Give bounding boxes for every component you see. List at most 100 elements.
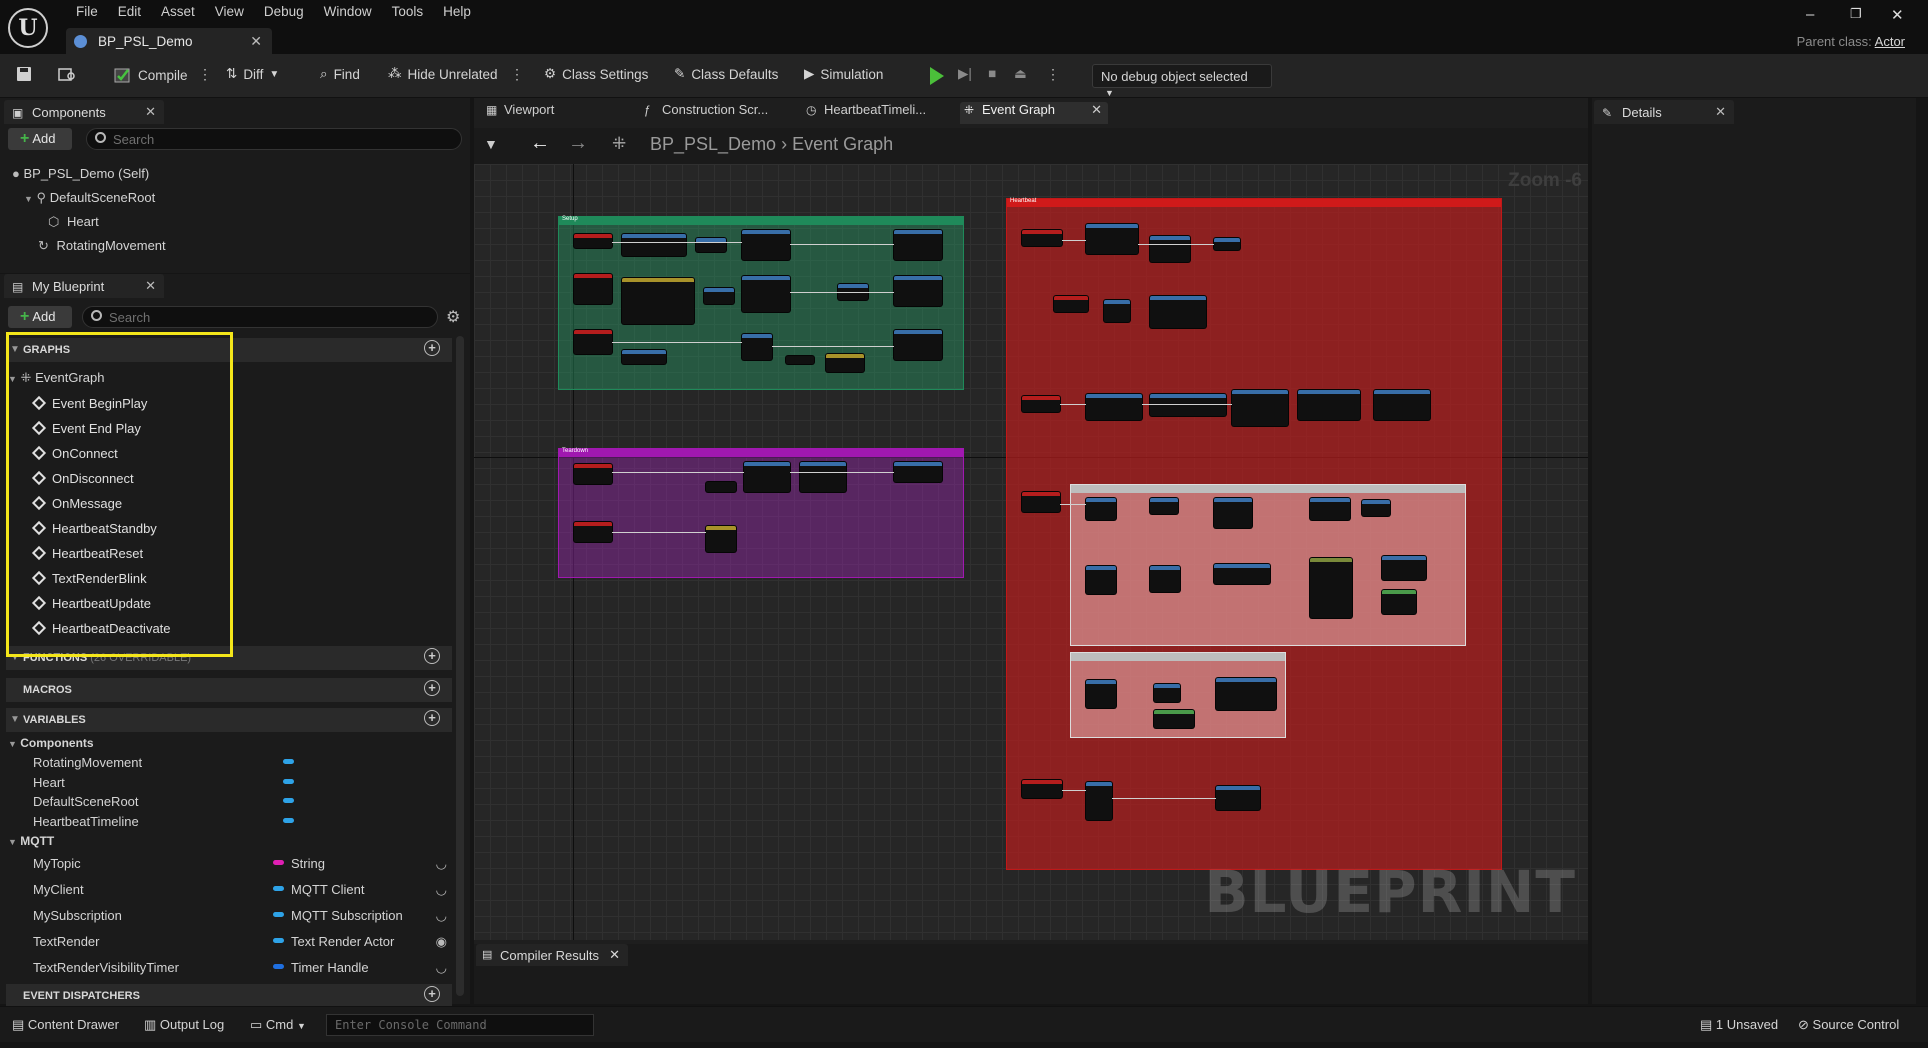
event-node[interactable] — [1022, 780, 1062, 798]
tab-viewport[interactable]: ▦ Viewport — [482, 102, 602, 124]
my-blueprint-tab[interactable]: ▤ My Blueprint ✕ — [4, 274, 164, 298]
function-node[interactable] — [826, 354, 864, 372]
variable-node[interactable] — [786, 356, 814, 364]
close-icon[interactable]: ✕ — [145, 104, 156, 120]
function-node[interactable] — [894, 230, 942, 260]
stop-icon[interactable]: ■ — [988, 66, 996, 81]
event-item[interactable]: OnMessage — [31, 495, 122, 511]
visibility-open-icon[interactable]: ◉ — [436, 934, 447, 950]
breadcrumb-root[interactable]: BP_PSL_Demo — [650, 134, 776, 154]
unreal-logo-icon[interactable]: U — [8, 8, 48, 48]
function-node[interactable] — [1382, 590, 1416, 614]
close-icon[interactable]: ✕ — [145, 278, 156, 294]
collapse-icon[interactable]: ▼ — [8, 374, 17, 384]
function-node[interactable] — [1086, 566, 1116, 594]
function-node[interactable] — [622, 234, 686, 256]
close-icon[interactable]: ✕ — [1715, 104, 1726, 120]
menu-file[interactable]: File — [66, 4, 108, 20]
event-item[interactable]: OnConnect — [31, 445, 118, 461]
add-function-icon[interactable]: + — [424, 648, 440, 664]
function-node[interactable] — [622, 278, 694, 324]
menu-edit[interactable]: Edit — [108, 4, 151, 20]
function-node[interactable] — [894, 276, 942, 306]
play-options-icon[interactable]: ⋮ — [1046, 66, 1060, 84]
components-search-input[interactable]: Search — [86, 128, 462, 150]
graph-canvas[interactable]: Zoom -6 Setup Teardown Heartbeat BLUEPRI… — [474, 164, 1588, 940]
event-node[interactable] — [1022, 492, 1060, 512]
function-node[interactable] — [1216, 678, 1276, 710]
function-node[interactable] — [742, 230, 790, 260]
close-window-icon[interactable]: ✕ — [1891, 6, 1904, 24]
variable-type[interactable]: MQTT Client — [291, 882, 364, 897]
compiler-results-tab[interactable]: ▤ Compiler Results ✕ — [476, 944, 628, 966]
compile-button[interactable]: Compile — [114, 66, 188, 84]
component-heart[interactable]: ⬡ Heart — [48, 214, 99, 230]
event-item[interactable]: TextRenderBlink — [31, 570, 147, 586]
event-node[interactable] — [574, 274, 612, 304]
function-node[interactable] — [1150, 394, 1226, 416]
find-button[interactable]: ⌕ Find — [320, 66, 360, 82]
event-item[interactable]: OnDisconnect — [31, 470, 134, 486]
event-item[interactable]: Event End Play — [31, 420, 141, 436]
function-node[interactable] — [1216, 786, 1260, 810]
function-node[interactable] — [894, 462, 942, 482]
function-node[interactable] — [800, 462, 846, 492]
components-tab[interactable]: ▣ Components ✕ — [4, 100, 164, 124]
step-icon[interactable]: ▶| — [958, 66, 972, 82]
menu-debug[interactable]: Debug — [254, 4, 314, 20]
function-node[interactable] — [1086, 680, 1116, 708]
add-graph-icon[interactable]: + — [424, 340, 440, 356]
bookmark-icon[interactable]: ▼ — [484, 136, 498, 152]
event-node[interactable] — [1022, 230, 1062, 246]
function-node[interactable] — [1086, 394, 1142, 420]
content-drawer-button[interactable]: ▤ Content Drawer — [12, 1017, 119, 1033]
my-blueprint-scrollbar[interactable] — [456, 336, 464, 996]
save-icon[interactable] — [16, 66, 32, 82]
function-node[interactable] — [1086, 224, 1138, 254]
function-node[interactable] — [706, 526, 736, 552]
console-command-input[interactable]: Enter Console Command — [326, 1014, 594, 1036]
close-icon[interactable]: ✕ — [1091, 102, 1102, 118]
menu-tools[interactable]: Tools — [382, 4, 434, 20]
function-node[interactable] — [1310, 498, 1350, 520]
minimize-icon[interactable]: – — [1806, 6, 1814, 23]
variable-row[interactable]: RotatingMovement — [33, 755, 453, 770]
function-node[interactable] — [1298, 390, 1360, 420]
close-icon[interactable]: ✕ — [609, 947, 620, 963]
hide-unrelated-button[interactable]: ⁂ Hide Unrelated — [388, 66, 498, 82]
event-node[interactable] — [1054, 296, 1088, 312]
simulation-button[interactable]: ▶ Simulation — [804, 66, 883, 82]
function-node[interactable] — [1382, 556, 1426, 580]
variable-type[interactable]: Text Render Actor — [291, 934, 394, 949]
event-item[interactable]: HeartbeatDeactivate — [31, 620, 171, 636]
close-tab-icon[interactable]: ✕ — [250, 33, 262, 50]
unsaved-button[interactable]: ▤ 1 Unsaved — [1700, 1017, 1778, 1033]
function-node[interactable] — [744, 462, 790, 492]
variable-type[interactable]: String — [291, 856, 325, 871]
function-node[interactable] — [1086, 498, 1116, 520]
function-node[interactable] — [1154, 710, 1194, 728]
event-node[interactable] — [574, 464, 612, 484]
menu-view[interactable]: View — [205, 4, 254, 20]
class-defaults-button[interactable]: ✎ Class Defaults — [674, 66, 778, 82]
diff-button[interactable]: ⇅ Diff ▼ — [226, 66, 279, 82]
forward-arrow-icon[interactable]: → — [568, 132, 588, 155]
function-node[interactable] — [1104, 300, 1130, 322]
function-node[interactable] — [1374, 390, 1430, 420]
variable-node[interactable] — [706, 482, 736, 492]
function-node[interactable] — [1362, 500, 1390, 516]
back-arrow-icon[interactable]: ← — [530, 132, 550, 155]
browse-icon[interactable] — [58, 66, 76, 82]
component-rotating-movement[interactable]: ↻ RotatingMovement — [38, 238, 166, 254]
add-variable-icon[interactable]: + — [424, 710, 440, 726]
function-node[interactable] — [1232, 390, 1288, 426]
visibility-closed-icon[interactable]: ◡ — [436, 960, 447, 976]
event-item[interactable]: HeartbeatStandby — [31, 520, 157, 536]
menu-window[interactable]: Window — [314, 4, 382, 20]
more-options-icon[interactable]: ⋮ — [510, 66, 524, 84]
document-tab[interactable]: BP_PSL_Demo ✕ — [66, 28, 272, 55]
function-node[interactable] — [1214, 564, 1270, 584]
eject-icon[interactable]: ⏏ — [1014, 66, 1027, 82]
function-node[interactable] — [1310, 558, 1352, 618]
menu-help[interactable]: Help — [433, 4, 481, 20]
